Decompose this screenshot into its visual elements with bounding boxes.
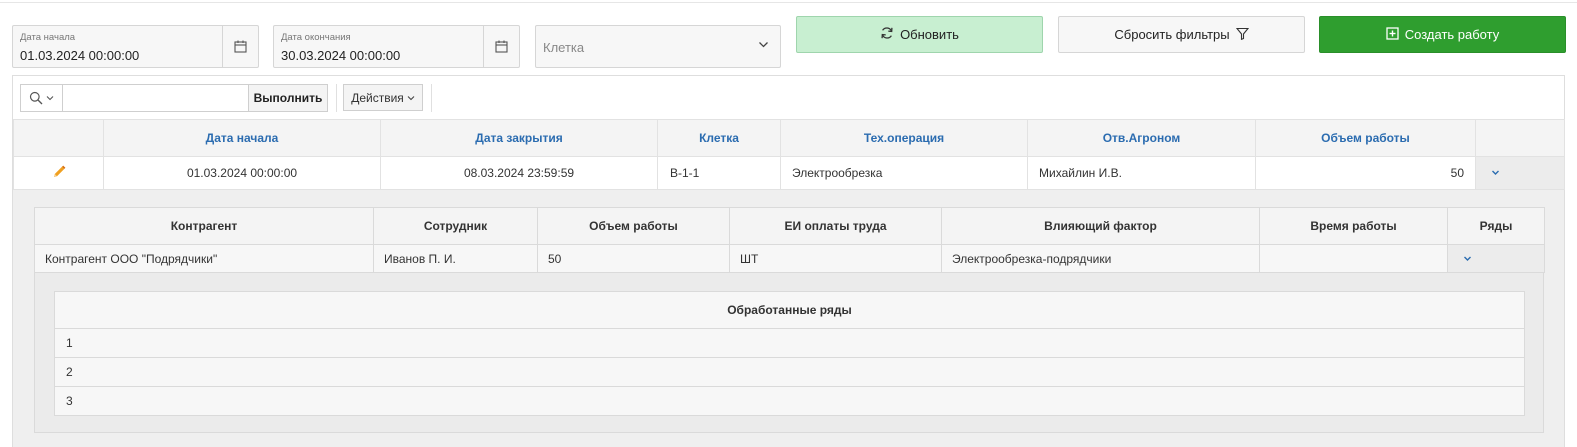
cell-select-placeholder: Клетка xyxy=(543,40,585,55)
chevron-down-icon xyxy=(46,96,54,101)
cell-cell: В-1-1 xyxy=(657,156,781,190)
col-agronomist[interactable]: Отв.Агроном xyxy=(1027,119,1256,157)
reset-filters-button[interactable]: Сбросить фильтры xyxy=(1058,16,1305,53)
table-row[interactable]: 3 xyxy=(54,386,1525,416)
edit-cell xyxy=(13,156,104,190)
cell-employee: Иванов П. И. xyxy=(373,244,538,273)
actions-label: Действия xyxy=(351,90,404,105)
cell-operation: Электрообрезка xyxy=(780,156,1028,190)
table-header-row: Дата начала Дата закрытия Клетка Тех.опе… xyxy=(13,119,1565,157)
expand-cell[interactable] xyxy=(1475,156,1565,190)
row-number: 3 xyxy=(54,386,1525,416)
col-close-date[interactable]: Дата закрытия xyxy=(380,119,658,157)
cell-volume: 50 xyxy=(1255,156,1476,190)
col-processed-rows[interactable]: Обработанные ряды xyxy=(54,291,1525,329)
search-icon xyxy=(29,91,43,105)
search-box: Выполнить xyxy=(20,84,328,112)
works-grid: Выполнить Действия Дата начала Дата закр… xyxy=(12,75,1565,447)
cell-agronomist: Михайлин И.В. xyxy=(1027,156,1256,190)
reset-filters-label: Сбросить фильтры xyxy=(1114,27,1230,42)
end-date-field[interactable]: Дата окончания 30.03.2024 00:00:00 xyxy=(273,25,520,68)
pencil-icon[interactable] xyxy=(51,165,67,183)
chevron-down-icon xyxy=(1492,170,1499,175)
col-cell[interactable]: Клетка xyxy=(657,119,781,157)
create-work-label: Создать работу xyxy=(1404,27,1500,42)
col-contractor[interactable]: Контрагент xyxy=(34,207,374,245)
col-actions xyxy=(13,119,104,157)
col-work-time[interactable]: Время работы xyxy=(1259,207,1448,245)
col-start-date[interactable]: Дата начала xyxy=(103,119,381,157)
calendar-icon[interactable] xyxy=(483,26,519,67)
search-input[interactable] xyxy=(64,85,249,111)
search-options-button[interactable] xyxy=(21,85,63,111)
top-divider xyxy=(0,2,1577,3)
start-date-label: Дата начала xyxy=(20,32,76,43)
table-header-row: Контрагент Сотрудник Объем работы ЕИ опл… xyxy=(34,207,1545,245)
rows-detail-panel: Обработанные ряды 1 2 3 xyxy=(34,273,1544,433)
end-date-label: Дата окончания xyxy=(281,32,351,43)
cell-factor: Электрообрезка-подрядчики xyxy=(941,244,1260,273)
cell-work-time xyxy=(1259,244,1448,273)
col-pay-unit[interactable]: ЕИ оплаты труда xyxy=(729,207,942,245)
toolbar-divider xyxy=(431,84,432,112)
refresh-icon xyxy=(880,26,894,43)
refresh-button[interactable]: Обновить xyxy=(796,16,1043,53)
plus-square-icon xyxy=(1386,26,1399,43)
col-volume[interactable]: Объем работы xyxy=(1255,119,1476,157)
col-expand xyxy=(1475,119,1565,157)
row-number: 1 xyxy=(54,328,1525,358)
run-button[interactable]: Выполнить xyxy=(248,85,327,111)
actions-button[interactable]: Действия xyxy=(343,84,423,111)
grid-toolbar: Выполнить Действия xyxy=(13,76,1564,119)
contractor-table: Контрагент Сотрудник Объем работы ЕИ опл… xyxy=(34,207,1545,273)
row-number: 2 xyxy=(54,357,1525,387)
cell-start-date: 01.03.2024 00:00:00 xyxy=(103,156,381,190)
col-factor[interactable]: Влияющий фактор xyxy=(941,207,1260,245)
col-rows[interactable]: Ряды xyxy=(1447,207,1545,245)
cell-close-date: 08.03.2024 23:59:59 xyxy=(380,156,658,190)
row-detail-panel: Контрагент Сотрудник Объем работы ЕИ опл… xyxy=(13,190,1564,447)
table-row[interactable]: Контрагент ООО "Подрядчики" Иванов П. И.… xyxy=(34,244,1545,273)
table-row[interactable]: 2 xyxy=(54,357,1525,387)
start-date-value: 01.03.2024 00:00:00 xyxy=(20,48,140,63)
cell-volume: 50 xyxy=(537,244,730,273)
calendar-icon[interactable] xyxy=(222,26,258,67)
expand-cell[interactable] xyxy=(1447,244,1545,273)
works-table: Дата начала Дата закрытия Клетка Тех.опе… xyxy=(13,119,1565,190)
chevron-down-icon xyxy=(1464,256,1471,261)
chevron-down-icon xyxy=(407,95,415,100)
refresh-button-label: Обновить xyxy=(900,27,959,42)
cell-pay-unit: ШТ xyxy=(729,244,942,273)
cell-contractor: Контрагент ООО "Подрядчики" xyxy=(34,244,374,273)
toolbar-divider xyxy=(336,84,337,112)
col-volume[interactable]: Объем работы xyxy=(537,207,730,245)
chevron-down-icon xyxy=(758,39,769,53)
create-work-button[interactable]: Создать работу xyxy=(1319,16,1566,53)
start-date-field[interactable]: Дата начала 01.03.2024 00:00:00 xyxy=(12,25,259,68)
filter-icon xyxy=(1235,27,1249,43)
col-operation[interactable]: Тех.операция xyxy=(780,119,1028,157)
table-row[interactable]: 01.03.2024 00:00:00 08.03.2024 23:59:59 … xyxy=(13,156,1565,190)
col-employee[interactable]: Сотрудник xyxy=(373,207,538,245)
table-row[interactable]: 1 xyxy=(54,328,1525,358)
processed-rows-table: Обработанные ряды 1 2 3 xyxy=(54,291,1525,416)
end-date-value: 30.03.2024 00:00:00 xyxy=(281,48,401,63)
cell-select[interactable]: Клетка xyxy=(535,25,781,68)
table-header-row: Обработанные ряды xyxy=(54,291,1525,329)
